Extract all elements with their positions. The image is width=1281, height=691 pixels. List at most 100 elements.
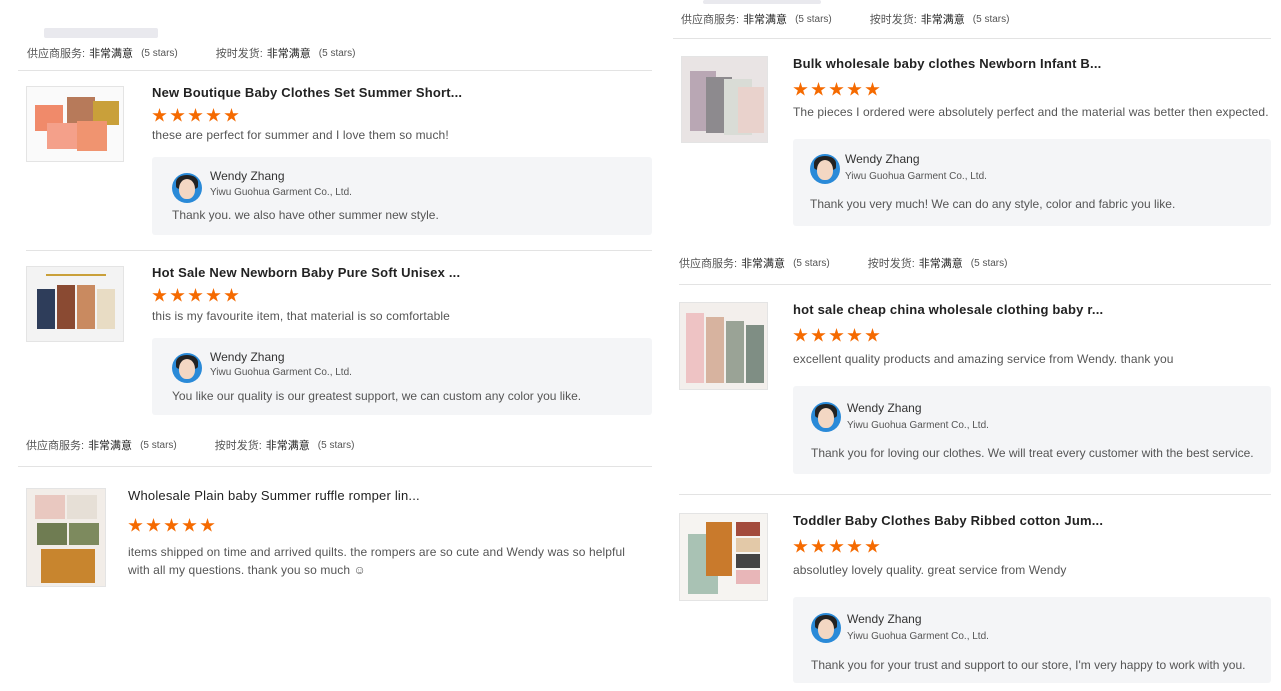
blurred-username	[703, 0, 821, 4]
seller-avatar	[810, 154, 840, 184]
supplier-service-label: 供应商服务:	[26, 440, 85, 452]
supplier-service-label: 供应商服务:	[681, 14, 740, 26]
on-time-label: 按时发货:	[869, 14, 917, 26]
on-time-value: 非常满意	[920, 14, 965, 26]
stars-text: (5 stars)	[317, 439, 355, 451]
review-comment: excellent quality products and amazing s…	[793, 352, 1174, 366]
supplier-service-label: 供应商服务:	[679, 258, 738, 270]
review-comment: items shipped on time and arrived quilts…	[128, 545, 626, 577]
seller-avatar	[172, 173, 202, 203]
seller-reply: Wendy Zhang Yiwu Guohua Garment Co., Ltd…	[152, 338, 652, 415]
divider	[679, 284, 1271, 285]
supplier-service-rating: 供应商服务: 非常满意 (5 stars)	[679, 255, 830, 271]
star-rating	[152, 108, 239, 123]
seller-company: Yiwu Guohua Garment Co., Ltd.	[847, 631, 989, 642]
product-title-link[interactable]: Toddler Baby Clothes Baby Ribbed cotton …	[793, 513, 1103, 528]
stars-text: (5 stars)	[793, 257, 830, 269]
seller-name: Wendy Zhang	[210, 169, 285, 183]
seller-name: Wendy Zhang	[845, 152, 920, 166]
stars-text: (5 stars)	[795, 13, 832, 25]
review-comment: The pieces I ordered were absolutely per…	[793, 105, 1269, 119]
star-rating	[793, 539, 880, 554]
review-comment: absolutley lovely quality. great service…	[793, 563, 1067, 577]
supplier-service-rating: 供应商服务: 非常满意 (5 stars)	[26, 437, 177, 453]
star-icon	[811, 82, 826, 96]
divider	[673, 38, 1271, 39]
supplier-service-rating: 供应商服务: 非常满意 (5 stars)	[681, 11, 832, 27]
on-time-value: 非常满意	[266, 48, 311, 60]
seller-name: Wendy Zhang	[210, 350, 285, 364]
star-icon	[128, 518, 143, 532]
product-image	[680, 514, 767, 600]
product-title-link[interactable]: hot sale cheap china wholesale clothing …	[793, 302, 1103, 317]
reply-text: Thank you very much! We can do any style…	[810, 197, 1176, 211]
on-time-value: 非常满意	[265, 440, 310, 452]
star-rating	[128, 518, 215, 533]
rating-summary-row: 供应商服务: 非常满意 (5 stars) 按时发货: 非常满意 (5 star…	[681, 11, 1009, 27]
star-icon	[829, 328, 844, 342]
stars-text: (5 stars)	[140, 439, 177, 451]
seller-company: Yiwu Guohua Garment Co., Ltd.	[845, 171, 987, 182]
reply-text: Thank you for your trust and support to …	[811, 658, 1246, 672]
star-icon	[170, 288, 185, 302]
supplier-service-rating: 供应商服务: 非常满意 (5 stars)	[27, 45, 178, 61]
star-icon	[793, 539, 808, 553]
supplier-service-value: 非常满意	[89, 48, 134, 60]
product-title-link[interactable]: Hot Sale New Newborn Baby Pure Soft Unis…	[152, 265, 460, 280]
star-icon	[206, 108, 221, 122]
on-time-rating: 按时发货: 非常满意 (5 stars)	[216, 45, 356, 61]
product-thumbnail[interactable]	[681, 56, 768, 143]
star-icon	[152, 108, 167, 122]
product-thumbnail[interactable]	[26, 86, 124, 162]
star-icon	[793, 328, 808, 342]
stars-text: (5 stars)	[972, 13, 1010, 25]
reply-text: Thank you. we also have other summer new…	[172, 208, 439, 222]
star-icon	[847, 539, 862, 553]
seller-avatar	[811, 402, 841, 432]
star-icon	[164, 518, 179, 532]
supplier-service-value: 非常满意	[88, 440, 133, 452]
review-comment: these are perfect for summer and I love …	[152, 128, 449, 142]
seller-avatar	[811, 613, 841, 643]
stars-text: (5 stars)	[141, 47, 178, 59]
blurred-username	[44, 28, 158, 38]
on-time-label: 按时发货:	[214, 440, 262, 452]
supplier-service-label: 供应商服务:	[27, 48, 86, 60]
review-comment: this is my favourite item, that material…	[152, 309, 450, 323]
star-rating	[793, 328, 880, 343]
product-thumbnail[interactable]	[26, 488, 106, 587]
product-thumbnail[interactable]	[26, 266, 124, 342]
on-time-label: 按时发货:	[867, 258, 915, 270]
star-icon	[200, 518, 215, 532]
product-image	[27, 267, 123, 341]
reply-text: Thank you for loving our clothes. We wil…	[811, 446, 1254, 460]
on-time-rating: 按时发货: 非常满意 (5 stars)	[870, 11, 1010, 27]
star-icon	[811, 328, 826, 342]
product-title-link[interactable]: Bulk wholesale baby clothes Newborn Infa…	[793, 56, 1101, 71]
on-time-label: 按时发货:	[215, 48, 263, 60]
seller-name: Wendy Zhang	[847, 401, 922, 415]
star-icon	[793, 82, 808, 96]
seller-company: Yiwu Guohua Garment Co., Ltd.	[210, 187, 352, 198]
divider	[18, 70, 652, 71]
star-icon	[188, 108, 203, 122]
on-time-rating: 按时发货: 非常满意 (5 stars)	[868, 255, 1008, 271]
star-icon	[865, 539, 880, 553]
star-icon	[865, 328, 880, 342]
product-thumbnail[interactable]	[679, 513, 768, 601]
product-title-link[interactable]: Wholesale Plain baby Summer ruffle rompe…	[128, 488, 420, 503]
seller-company: Yiwu Guohua Garment Co., Ltd.	[847, 420, 989, 431]
rating-summary-row: 供应商服务: 非常满意 (5 stars) 按时发货: 非常满意 (5 star…	[26, 437, 354, 453]
star-rating	[793, 82, 880, 97]
supplier-service-value: 非常满意	[743, 14, 788, 26]
rating-summary-row: 供应商服务: 非常满意 (5 stars) 按时发货: 非常满意 (5 star…	[679, 255, 1007, 271]
product-title-link[interactable]: New Boutique Baby Clothes Set Summer Sho…	[152, 85, 462, 100]
product-thumbnail[interactable]	[679, 302, 768, 390]
divider	[26, 250, 652, 251]
on-time-rating: 按时发货: 非常满意 (5 stars)	[215, 437, 355, 453]
seller-reply: Wendy Zhang Yiwu Guohua Garment Co., Ltd…	[793, 386, 1271, 474]
supplier-service-value: 非常满意	[741, 258, 786, 270]
star-icon	[188, 288, 203, 302]
stars-text: (5 stars)	[970, 257, 1008, 269]
rating-summary-row: 供应商服务: 非常满意 (5 stars) 按时发货: 非常满意 (5 star…	[27, 45, 355, 61]
